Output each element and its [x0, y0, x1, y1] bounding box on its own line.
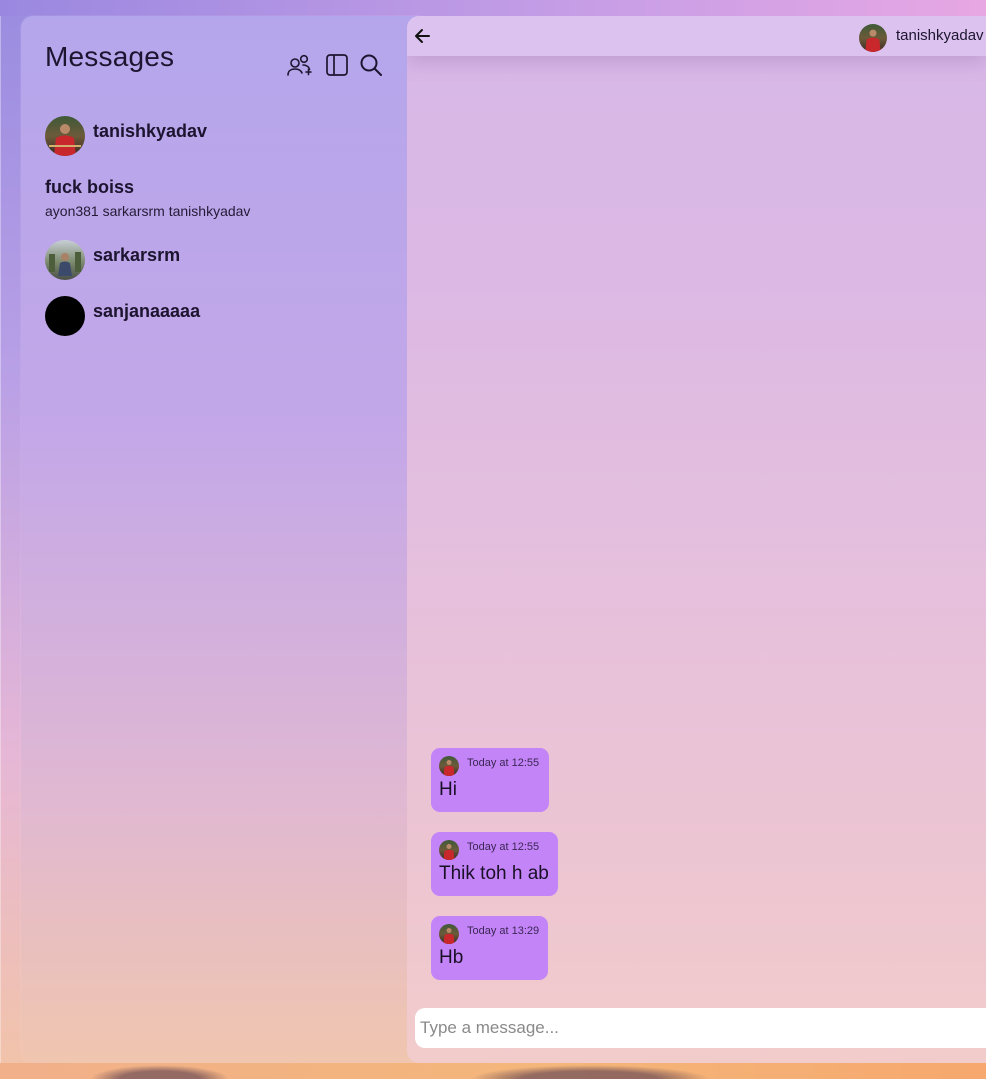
avatar: [439, 756, 459, 776]
chat-panel: tanishkyadav Today at 12:55 Hi Today at …: [407, 16, 986, 1063]
avatar: [45, 240, 85, 280]
message-text: Thik toh h ab: [439, 863, 549, 884]
sidebar-title: Messages: [45, 41, 175, 72]
chat-item-sarkarsrm[interactable]: sarkarsrm: [45, 240, 405, 280]
message-input[interactable]: [415, 1008, 986, 1048]
message-bubble: Today at 12:55 Thik toh h ab: [431, 832, 558, 896]
message-timestamp: Today at 13:29: [467, 925, 540, 937]
avatar[interactable]: [859, 24, 887, 52]
message-timestamp: Today at 12:55: [467, 757, 540, 769]
chat-item-group[interactable]: fuck boiss ayon381 sarkarsrm tanishkyada…: [45, 177, 405, 223]
message-text: Hi: [439, 779, 457, 800]
message-bubble: Today at 12:55 Hi: [431, 748, 549, 812]
panel-toggle-icon[interactable]: [324, 52, 350, 78]
chat-item-sanjanaaaaa[interactable]: sanjanaaaaa: [45, 296, 405, 336]
add-group-icon[interactable]: [286, 52, 312, 78]
group-members: ayon381 sarkarsrm tanishkyadav: [45, 203, 251, 219]
avatar: [439, 840, 459, 860]
chat-name: tanishkyadav: [93, 121, 208, 141]
search-icon[interactable]: [358, 52, 384, 78]
chat-name: sanjanaaaaa: [93, 301, 201, 321]
message-bubble: Today at 13:29 Hb: [431, 916, 548, 980]
group-name: fuck boiss: [45, 177, 135, 197]
chat-username[interactable]: tanishkyadav: [896, 27, 984, 44]
chat-item-tanishkyadav[interactable]: tanishkyadav: [45, 116, 405, 156]
window-edge: [0, 16, 1, 1063]
chat-name: sarkarsrm: [93, 245, 181, 265]
avatar: [439, 924, 459, 944]
message-timestamp: Today at 12:55: [467, 841, 540, 853]
message-text: Hb: [439, 947, 464, 968]
chat-header: tanishkyadav: [407, 16, 986, 56]
arrow-left-icon[interactable]: [413, 26, 433, 46]
avatar: [45, 296, 85, 336]
background-bottom: [0, 1063, 986, 1079]
background-top: [0, 0, 986, 16]
avatar: [45, 116, 85, 156]
sidebar: Messages tanishkyadav fuck boiss ayon381…: [21, 16, 431, 1063]
